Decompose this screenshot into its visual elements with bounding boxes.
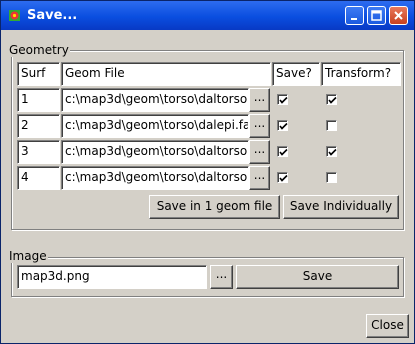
image-save-button[interactable]: Save [236,265,399,289]
geom-file-field[interactable]: c:\map3d\geom\torso\daltorso.fac [61,140,249,164]
browse-button[interactable]: ... [249,140,270,164]
close-icon [394,11,403,20]
save-checkbox[interactable] [277,94,288,105]
save-individually-button[interactable]: Save Individually [283,195,399,219]
save-header: Save? [272,62,320,86]
geom-file-field[interactable]: c:\map3d\geom\torso\dalepi.fac [61,114,249,138]
transform-checkbox[interactable] [326,120,337,131]
checkmark-icon [279,96,288,104]
browse-button[interactable]: ... [249,114,270,138]
transform-checkbox[interactable] [326,172,337,183]
surf-field[interactable]: 1 [17,88,60,112]
app-icon [9,10,20,21]
geom-file-header: Geom File [61,62,271,86]
close-window-button[interactable] [389,6,408,25]
surf-field[interactable]: 3 [17,140,60,164]
checkmark-icon [279,148,288,156]
checkmark-icon [328,148,337,156]
save-dialog: Save... Geometry Surf Geom File Save? Tr… [0,0,415,344]
save-checkbox[interactable] [277,120,288,131]
geom-file-field[interactable]: c:\map3d\geom\torso\daltorso.fac [61,166,249,190]
surf-field[interactable]: 2 [17,114,60,138]
image-browse-button[interactable]: ... [210,265,233,289]
transform-header: Transform? [321,62,401,86]
maximize-button[interactable] [367,6,386,25]
maximize-icon [371,10,382,21]
transform-checkbox[interactable] [326,146,337,157]
image-label: Image [8,249,48,263]
close-button[interactable]: Close [366,314,409,338]
browse-button[interactable]: ... [249,88,270,112]
image-filename-field[interactable]: map3d.png [17,265,207,289]
geom-file-field[interactable]: c:\map3d\geom\torso\daltorso.fac [61,88,249,112]
checkmark-icon [279,122,288,130]
checkmark-icon [328,96,337,104]
minimize-button[interactable] [345,6,364,25]
surf-field[interactable]: 4 [17,166,60,190]
save-checkbox[interactable] [277,146,288,157]
save-in-one-geom-file-button[interactable]: Save in 1 geom file [149,195,280,219]
geometry-label: Geometry [8,43,70,57]
title-bar[interactable]: Save... [1,1,414,30]
surf-header: Surf [17,62,60,86]
browse-button[interactable]: ... [249,166,270,190]
checkmark-icon [279,174,288,182]
transform-checkbox[interactable] [326,94,337,105]
window-title: Save... [27,8,78,23]
save-checkbox[interactable] [277,172,288,183]
minimize-icon [351,18,357,20]
